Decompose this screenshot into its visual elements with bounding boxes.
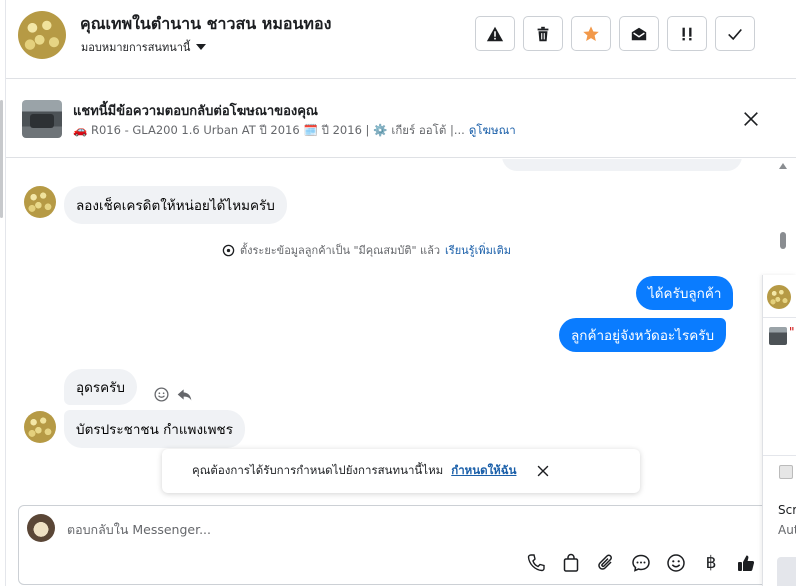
- emoji-icon[interactable]: [665, 552, 687, 574]
- messenger-inbox-window: คุณเทพในตำนาน ชาวสน หมอนทอง มอบหมายการสน…: [0, 0, 796, 586]
- close-icon[interactable]: [536, 464, 550, 478]
- reply-input[interactable]: ตอบกลับใน Messenger...: [67, 520, 211, 540]
- divider: [763, 317, 796, 318]
- ad-banner-title: แชทนี้มีข้อความตอบกลับต่อโฆษณาของคุณ: [73, 104, 318, 119]
- phone-icon[interactable]: [525, 552, 547, 574]
- ad-desc-model: 🚗 R016 - GLA200 1.6 Urban AT ปี 2016: [73, 123, 300, 137]
- ad-description: 🚗 R016 - GLA200 1.6 Urban AT ปี 2016 🗓️ …: [73, 122, 516, 140]
- reply-icon[interactable]: [176, 386, 193, 403]
- contact-name[interactable]: คุณเทพในตำนาน ชาวสน หมอนทอง: [80, 12, 331, 37]
- contact-avatar-small: [24, 186, 56, 218]
- assign-label: มอบหมายการสนทนานี้: [81, 41, 191, 54]
- assign-prompt-toast: คุณต้องการได้รับการกำหนดไปยังการสนทนานี้…: [162, 449, 640, 493]
- contact-avatar[interactable]: [18, 11, 66, 59]
- contact-avatar-small: [24, 411, 56, 443]
- side-panel-line1: Scr: [778, 503, 796, 517]
- thumbs-up-icon[interactable]: [735, 552, 757, 574]
- trash-icon: [537, 26, 549, 41]
- baht-icon[interactable]: ฿: [700, 552, 722, 574]
- bag-icon[interactable]: [560, 552, 582, 574]
- paperclip-icon[interactable]: [595, 552, 617, 574]
- close-icon[interactable]: [742, 110, 760, 128]
- message-thread: ลองเช็คเครดิตให้หน่อยได้ไหมครับ ตั้งระยะ…: [6, 159, 790, 504]
- ad-desc-gear: ⚙️ เกียร์ ออโต้ |...: [373, 123, 465, 137]
- double-exclamation-icon: [682, 27, 692, 40]
- view-ad-link[interactable]: ดูโฆษณา: [469, 122, 516, 140]
- scroll-up-arrow-icon[interactable]: [779, 163, 787, 169]
- document-icon: [779, 465, 793, 479]
- incoming-message[interactable]: ลองเช็คเครดิตให้หน่อยได้ไหมครับ: [64, 186, 287, 224]
- side-panel-avatar[interactable]: [767, 285, 791, 309]
- message-actions: [153, 386, 193, 403]
- outgoing-message[interactable]: ลูกค้าอยู่จังหวัดอะไรครับ: [559, 318, 727, 352]
- incoming-message[interactable]: บัตรประชาชน กำแพงเพชร: [64, 410, 245, 448]
- learn-more-link[interactable]: เรียนรู้เพิ่มเติม: [445, 241, 511, 259]
- side-panel-line2: Aut: [778, 523, 796, 537]
- side-overlay-panel: " Scr Aut: [762, 275, 796, 586]
- delete-button[interactable]: [523, 16, 563, 51]
- incoming-message[interactable]: อุดรครับ: [64, 369, 137, 405]
- mark-done-button[interactable]: [715, 16, 755, 51]
- warning-icon: [486, 26, 504, 41]
- system-notice-text: ตั้งระยะข้อมูลลูกค้าเป็น "มีคุณสมบัติ" แ…: [240, 244, 441, 257]
- star-icon: [583, 25, 599, 41]
- ad-reply-banner: แชทนี้มีข้อความตอบกลับต่อโฆษณาของคุณ 🚗 R…: [6, 80, 796, 158]
- report-spam-button[interactable]: [475, 16, 515, 51]
- partial-message-bubble: [502, 159, 742, 171]
- lead-stage-icon: [222, 244, 235, 256]
- page-avatar: [27, 514, 55, 542]
- envelope-open-icon: [631, 27, 647, 40]
- ad-thumbnail[interactable]: [22, 100, 62, 138]
- mark-unread-button[interactable]: [619, 16, 659, 51]
- assign-conversation-dropdown[interactable]: มอบหมายการสนทนานี้: [81, 38, 207, 56]
- side-panel-text-fragment: ": [789, 325, 795, 339]
- star-button[interactable]: [571, 16, 611, 51]
- scrollbar-thumb[interactable]: [780, 232, 786, 249]
- left-scroll-handle[interactable]: [0, 100, 3, 218]
- side-panel-footer-button[interactable]: [777, 557, 796, 586]
- divider: [763, 455, 796, 456]
- conversation-header: คุณเทพในตำนาน ชาวสน หมอนทอง มอบหมายการสน…: [6, 0, 796, 79]
- system-notice: ตั้งระยะข้อมูลลูกค้าเป็น "มีคุณสมบัติ" แ…: [222, 241, 511, 259]
- chat-bubble-icon[interactable]: [630, 552, 652, 574]
- outgoing-message[interactable]: ได้ครับลูกค้า: [636, 276, 734, 310]
- assign-prompt-text: คุณต้องการได้รับการกำหนดไปยังการสนทนานี้…: [192, 463, 444, 477]
- important-button[interactable]: [667, 16, 707, 51]
- caret-down-icon: [196, 44, 207, 50]
- checkmark-icon: [728, 28, 742, 40]
- reply-composer[interactable]: ตอบกลับใน Messenger... ฿: [18, 505, 778, 585]
- react-emoji-icon[interactable]: [153, 386, 170, 403]
- composer-toolbar: ฿: [525, 552, 757, 574]
- side-panel-thumbnail: [769, 327, 787, 345]
- ad-desc-year: 🗓️ ปี 2016 |: [303, 123, 370, 137]
- assign-to-me-link[interactable]: กำหนดให้ฉัน: [451, 462, 516, 480]
